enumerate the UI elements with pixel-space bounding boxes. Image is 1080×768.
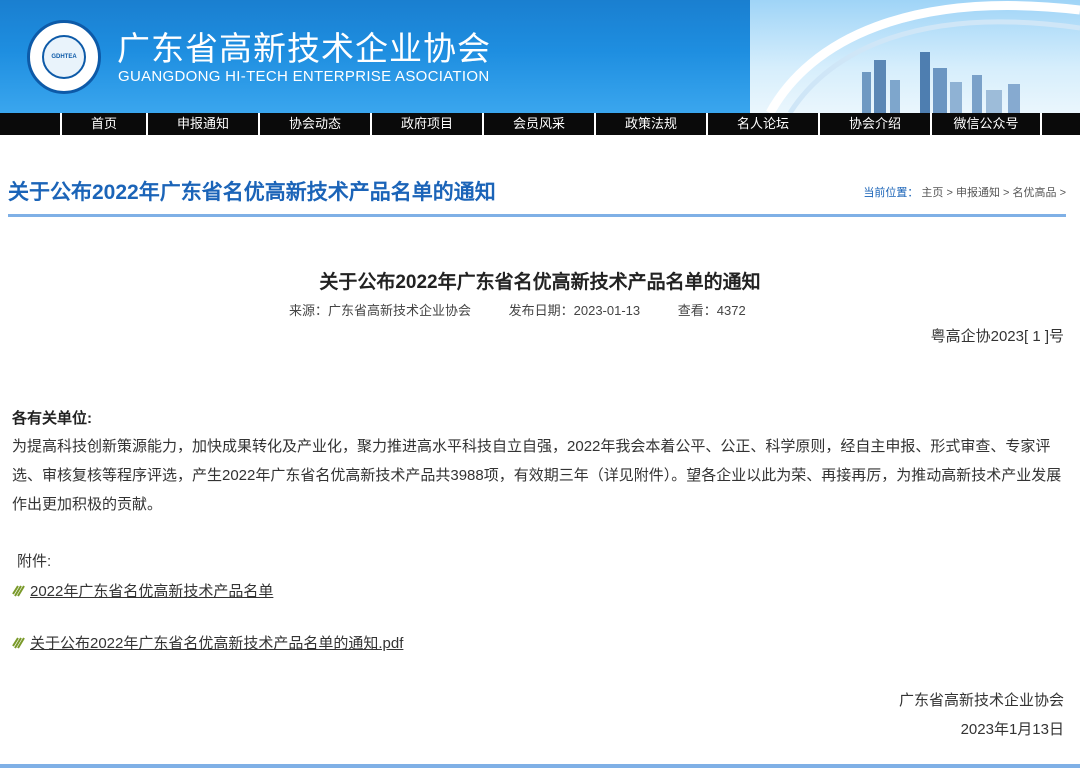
nav-application-notice[interactable]: 申报通知 — [146, 113, 258, 135]
signature-org: 广东省高新技术企业协会 — [898, 692, 1064, 709]
site-title-cn: 广东省高新技术企业协会 — [117, 29, 491, 68]
paperclip-icon — [12, 585, 25, 597]
page-title: 关于公布2022年广东省名优高新技术产品名单的通知 — [8, 181, 496, 204]
salutation: 各有关单位: — [12, 410, 92, 427]
attachment-name[interactable]: 关于公布2022年广东省名优高新技术产品名单的通知.pdf — [30, 635, 403, 652]
signature-date: 2023年1月13日 — [960, 721, 1064, 738]
site-title-en: GUANGDONG HI-TECH ENTERPRISE ASOCIATION — [118, 68, 490, 85]
nav-association-news[interactable]: 协会动态 — [258, 113, 370, 135]
nav-government-projects[interactable]: 政府项目 — [370, 113, 482, 135]
article-source: 来源：广东省高新技术企业协会 — [289, 303, 472, 318]
breadcrumb-current[interactable]: 名优高品 — [1013, 187, 1057, 199]
breadcrumb-application-notice[interactable]: 申报通知 — [956, 187, 1000, 199]
attachment-link[interactable]: 关于公布2022年广东省名优高新技术产品名单的通知.pdf — [12, 632, 403, 653]
association-logo[interactable]: GDHTEA — [27, 20, 101, 94]
bottom-divider — [0, 764, 1080, 768]
article-date: 发布日期：2023-01-13 — [508, 303, 641, 318]
article-body: 为提高科技创新策源能力，加快成果转化及产业化，聚力推进高水平科技自立自强，202… — [12, 438, 1062, 513]
nav-policies-regulations[interactable]: 政策法规 — [594, 113, 706, 135]
nav-home[interactable]: 首页 — [60, 113, 146, 135]
title-divider — [8, 214, 1066, 217]
article-meta: 来源：广东省高新技术企业协会 发布日期：2023-01-13 查看：4372 — [289, 300, 780, 319]
nav-about-association[interactable]: 协会介绍 — [818, 113, 930, 135]
nav-member-showcase[interactable]: 会员风采 — [482, 113, 594, 135]
article-title: 关于公布2022年广东省名优高新技术产品名单的通知 — [319, 272, 761, 293]
attachment-name[interactable]: 2022年广东省名优高新技术产品名单 — [30, 583, 273, 600]
breadcrumb-label: 当前位置： — [863, 187, 919, 199]
site-banner: GDHTEA 广东省高新技术企业协会 GUANGDONG HI-TECH ENT… — [0, 0, 1080, 113]
skyline-illustration — [766, 1, 1080, 113]
main-nav: 首页 申报通知 协会动态 政府项目 会员风采 政策法规 名人论坛 协会介绍 微信… — [0, 113, 1080, 135]
nav-celebrity-forum[interactable]: 名人论坛 — [706, 113, 818, 135]
breadcrumb-home[interactable]: 主页 — [921, 187, 943, 199]
nav-wechat[interactable]: 微信公众号 — [930, 113, 1042, 135]
document-number: 粤高企协2023[ 1 ]号 — [930, 328, 1064, 345]
article-views: 查看：4372 — [677, 303, 746, 318]
banner-skyline-image — [750, 0, 1080, 113]
attachment-link[interactable]: 2022年广东省名优高新技术产品名单 — [12, 580, 273, 601]
breadcrumb: 当前位置： 主页 > 申报通知 > 名优高品 > — [863, 187, 1066, 199]
attachments-label: 附件: — [17, 553, 52, 570]
logo-text: GDHTEA — [51, 54, 77, 60]
paperclip-icon — [12, 637, 25, 649]
